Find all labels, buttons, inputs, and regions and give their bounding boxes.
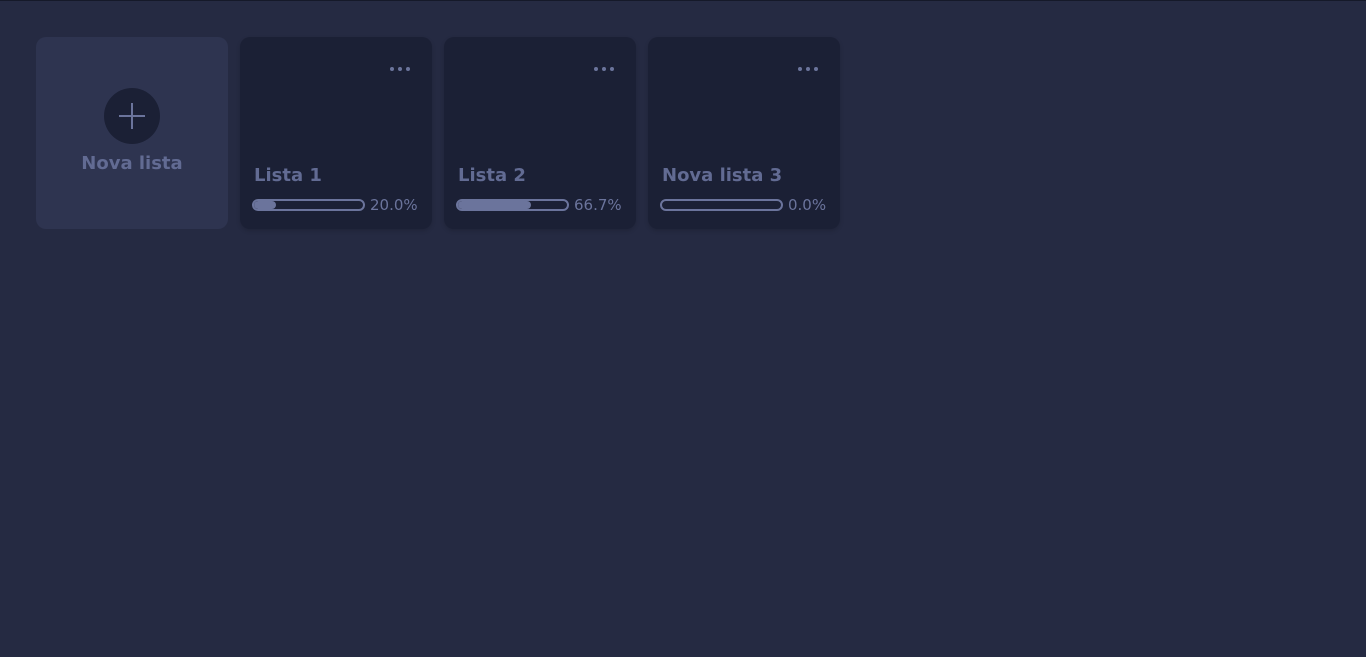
more-options-icon[interactable] — [386, 59, 414, 79]
list-card[interactable]: Lista 2 66.7% — [444, 37, 636, 229]
new-list-label: Nova lista — [81, 153, 183, 174]
lists-grid: Nova lista Lista 1 20.0% Lista 2 66.7% N… — [36, 37, 840, 229]
list-card[interactable]: Lista 1 20.0% — [240, 37, 432, 229]
progress-row: 20.0% — [252, 196, 418, 214]
progress-bar-fill — [254, 201, 276, 209]
list-title: Lista 1 — [254, 165, 322, 186]
progress-percent: 20.0% — [370, 196, 418, 214]
progress-bar-fill — [458, 201, 531, 209]
progress-bar — [252, 199, 365, 211]
progress-percent: 66.7% — [574, 196, 622, 214]
progress-row: 0.0% — [660, 196, 826, 214]
list-title: Lista 2 — [458, 165, 526, 186]
list-title: Nova lista 3 — [662, 165, 783, 186]
list-card[interactable]: Nova lista 3 0.0% — [648, 37, 840, 229]
new-list-card[interactable]: Nova lista — [36, 37, 228, 229]
more-options-icon[interactable] — [590, 59, 618, 79]
progress-bar — [660, 199, 783, 211]
progress-percent: 0.0% — [788, 196, 827, 214]
more-options-icon[interactable] — [794, 59, 822, 79]
progress-bar — [456, 199, 569, 211]
plus-icon — [104, 88, 160, 144]
top-border — [0, 0, 1366, 1]
progress-row: 66.7% — [456, 196, 622, 214]
